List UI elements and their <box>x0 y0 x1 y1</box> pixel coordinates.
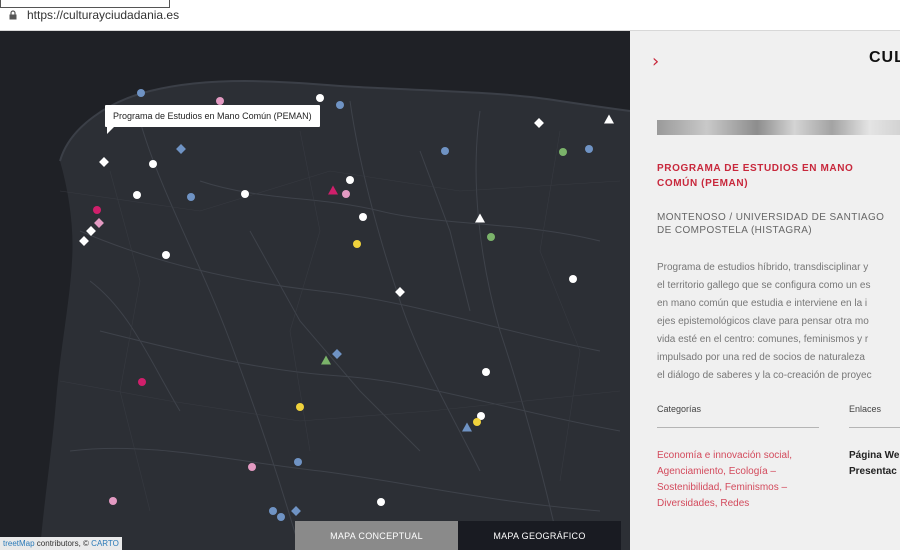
map-marker-circle[interactable] <box>487 233 495 241</box>
categories-divider <box>657 427 819 428</box>
chevron-right-icon[interactable]: › <box>652 51 659 72</box>
map-marker-circle[interactable] <box>296 403 304 411</box>
map-marker-circle[interactable] <box>138 378 146 386</box>
map-marker-circle[interactable] <box>569 275 577 283</box>
map-attribution: treetMap contributors, © CARTO <box>0 537 122 550</box>
map-marker-circle[interactable] <box>559 148 567 156</box>
geographic-map-button[interactable]: MAPA GEOGRÁFICO <box>458 521 621 550</box>
map-marker-circle[interactable] <box>316 94 324 102</box>
conceptual-map-button[interactable]: MAPA CONCEPTUAL <box>295 521 458 550</box>
map-marker-circle[interactable] <box>585 145 593 153</box>
map-marker-circle[interactable] <box>377 498 385 506</box>
map-mode-toggle: MAPA CONCEPTUAL MAPA GEOGRÁFICO <box>295 521 621 550</box>
categories-heading: Categorías <box>657 404 702 414</box>
map-tooltip: Programa de Estudios en Mano Común (PEMA… <box>105 105 320 134</box>
map-marker-triangle[interactable] <box>328 185 338 195</box>
map-marker-triangle[interactable] <box>475 213 485 223</box>
map-marker-circle[interactable] <box>294 458 302 466</box>
map-marker-circle[interactable] <box>482 368 490 376</box>
map-marker-triangle[interactable] <box>462 422 472 432</box>
map-marker-circle[interactable] <box>162 251 170 259</box>
map-marker-circle[interactable] <box>109 497 117 505</box>
map-marker-circle[interactable] <box>248 463 256 471</box>
link-website[interactable]: Página We <box>849 448 899 464</box>
project-title: PROGRAMA DE ESTUDIOS EN MANO COMÚN (PEMA… <box>657 163 854 189</box>
attribution-carto-link[interactable]: CARTO <box>91 539 119 548</box>
tooltip-remnant <box>0 0 170 8</box>
site-brand: CUL <box>869 49 900 66</box>
map-marker-circle[interactable] <box>353 240 361 248</box>
browser-url-bar[interactable]: https://culturayciudadania.es <box>0 0 900 31</box>
map-marker-circle[interactable] <box>346 176 354 184</box>
map-marker-triangle[interactable] <box>604 114 614 124</box>
links-heading: Enlaces <box>849 404 882 414</box>
map-marker-circle[interactable] <box>336 101 344 109</box>
map-marker-circle[interactable] <box>133 191 141 199</box>
url-text[interactable]: https://culturayciudadania.es <box>27 8 179 22</box>
map-marker-circle[interactable] <box>241 190 249 198</box>
project-description: Programa de estudios híbrido, transdisci… <box>657 262 872 381</box>
map-marker-circle[interactable] <box>269 507 277 515</box>
links-list: Página We Presentac <box>849 448 899 480</box>
link-presentation[interactable]: Presentac <box>849 464 899 480</box>
map-marker-circle[interactable] <box>359 213 367 221</box>
map-marker-circle[interactable] <box>441 147 449 155</box>
map-marker-circle[interactable] <box>149 160 157 168</box>
attribution-text: contributors, © <box>34 539 92 548</box>
links-divider <box>849 427 900 428</box>
project-hero-image <box>657 120 900 135</box>
project-organization: MONTENOSO / UNIVERSIDAD DE SANTIAGO DE C… <box>657 212 885 236</box>
map-marker-circle[interactable] <box>277 513 285 521</box>
map-marker-triangle[interactable] <box>321 355 331 365</box>
map-marker-circle[interactable] <box>93 206 101 214</box>
map-view[interactable]: Programa de Estudios en Mano Común (PEMA… <box>0 31 630 550</box>
map-marker-circle[interactable] <box>216 97 224 105</box>
lock-icon <box>9 10 17 20</box>
attribution-osm-link[interactable]: treetMap <box>3 539 35 548</box>
project-detail-panel: › CUL PROGRAMA DE ESTUDIOS EN MANO COMÚN… <box>630 31 900 550</box>
categories-list[interactable]: Economía e innovación social, Agenciamie… <box>657 448 822 512</box>
map-marker-circle[interactable] <box>342 190 350 198</box>
map-marker-circle[interactable] <box>473 418 481 426</box>
map-marker-circle[interactable] <box>137 89 145 97</box>
map-marker-circle[interactable] <box>187 193 195 201</box>
